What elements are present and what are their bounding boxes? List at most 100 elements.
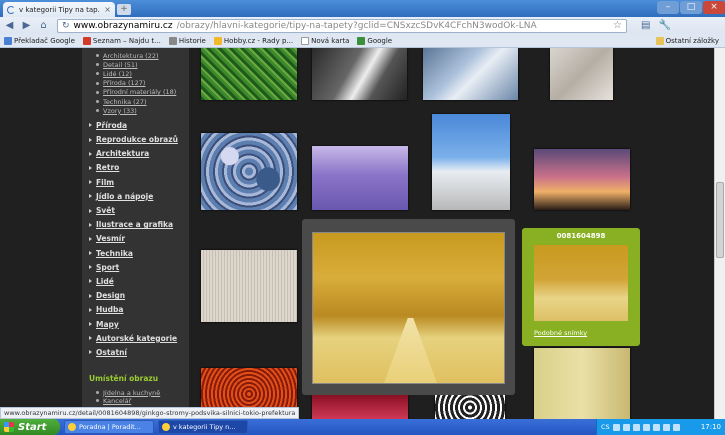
placement-item[interactable]: Jídelna a kuchyně (96, 389, 189, 397)
arrow-right-icon (89, 151, 92, 156)
category-sidebar: Architektura (22) Detail (51) Lidé (12) … (82, 48, 189, 420)
arrow-right-icon (89, 336, 92, 341)
category-item[interactable]: Sport (89, 260, 189, 274)
similar-images-link[interactable]: Podobné snímky (534, 329, 587, 337)
language-indicator[interactable]: CS (601, 423, 610, 431)
thumbnail-image[interactable] (201, 133, 297, 210)
start-button[interactable]: Start (0, 419, 60, 435)
subcategory-item[interactable]: Technika (27) (96, 97, 189, 106)
category-item[interactable]: Vesmír (89, 232, 189, 246)
bullet-icon (96, 63, 99, 67)
thumbnail-image[interactable] (201, 48, 297, 100)
arrow-right-icon (89, 123, 92, 128)
thumbnail-image[interactable] (534, 348, 630, 420)
tray-icon[interactable] (612, 423, 620, 431)
url-path: /obrazy/hlavni-kategorie/tipy-na-tapety?… (176, 20, 537, 31)
wrench-icon[interactable]: 🔧 (658, 20, 670, 31)
category-item[interactable]: Autorské kategorie (89, 331, 189, 345)
category-item[interactable]: Design (89, 289, 189, 303)
subcategory-item[interactable]: Lidé (12) (96, 69, 189, 78)
thumbnail-image[interactable] (550, 48, 613, 100)
back-icon[interactable]: ◀ (3, 19, 16, 32)
thumbnail-image[interactable] (423, 48, 518, 100)
arrow-right-icon (89, 279, 92, 284)
taskbar-item-active[interactable]: v kategorii Tipy n... (158, 420, 248, 434)
category-item[interactable]: Lidé (89, 274, 189, 288)
taskbar-item[interactable]: Poradna | Poradit... (64, 420, 154, 434)
bookmark-star-icon[interactable]: ☆ (613, 20, 622, 31)
category-item[interactable]: Hudba (89, 303, 189, 317)
arrow-right-icon (89, 137, 92, 142)
thumbnail-image[interactable] (435, 395, 505, 420)
arrow-right-icon (89, 293, 92, 298)
browser-icon (68, 423, 76, 431)
card-thumbnail[interactable] (534, 245, 628, 321)
speaker-icon[interactable] (672, 423, 680, 431)
category-item[interactable]: Svět (89, 203, 189, 217)
address-bar[interactable]: ↻ www.obrazynamiru.cz/obrazy/hlavni-kate… (57, 18, 627, 33)
arrow-right-icon (89, 265, 92, 270)
tray-icon[interactable] (622, 423, 630, 431)
bullet-icon (96, 81, 99, 85)
preview-image[interactable] (312, 232, 505, 384)
bookmark-item[interactable]: Nová karta (301, 36, 349, 45)
scrollbar-thumb[interactable] (716, 182, 724, 258)
category-item[interactable]: Architektura (89, 147, 189, 161)
maximize-button[interactable]: □ (680, 1, 702, 14)
road-shape (383, 318, 438, 383)
other-bookmarks[interactable]: Ostatní záložky (655, 36, 719, 45)
new-tab-button[interactable]: + (117, 4, 131, 15)
windows-logo-icon (4, 422, 14, 432)
subcategory-item[interactable]: Architektura (22) (96, 51, 189, 60)
google-icon (357, 36, 366, 45)
bullet-icon (96, 399, 99, 402)
close-window-button[interactable]: × (703, 1, 725, 14)
browser-toolbar: ◀ ▶ ⌂ ↻ www.obrazynamiru.cz/obrazy/hlavn… (0, 17, 725, 34)
bookmark-item[interactable]: Google (357, 36, 392, 45)
page-icon (301, 36, 310, 45)
subcategory-item[interactable]: Detail (51) (96, 60, 189, 69)
thumbnail-image[interactable] (534, 149, 630, 210)
category-item[interactable]: Ilustrace a grafika (89, 218, 189, 232)
folder-icon (655, 36, 664, 45)
hobby-icon (213, 36, 222, 45)
tray-icon[interactable] (632, 423, 640, 431)
image-preview-popup[interactable] (302, 219, 515, 395)
placement-item[interactable]: Kancelář (96, 397, 189, 405)
category-item[interactable]: Reprodukce obrazů (89, 133, 189, 147)
arrow-right-icon (89, 165, 92, 170)
page-menu-icon[interactable]: ▤ (641, 20, 650, 31)
category-item[interactable]: Retro (89, 161, 189, 175)
bullet-icon (96, 72, 99, 76)
tab-title: v kategorii Tipy na tap... (19, 5, 101, 14)
category-item[interactable]: Příroda (89, 118, 189, 132)
minimize-button[interactable]: – (657, 1, 679, 14)
subcategory-item[interactable]: Příroda (127) (96, 79, 189, 88)
browser-tab-active[interactable]: v kategorii Tipy na tap... × (3, 2, 115, 17)
forward-icon[interactable]: ▶ (20, 19, 33, 32)
tray-icon[interactable] (642, 423, 650, 431)
thumbnail-image[interactable] (312, 48, 407, 100)
thumbnail-image[interactable] (312, 395, 408, 420)
tray-icon[interactable] (662, 423, 670, 431)
thumbnail-image[interactable] (201, 250, 297, 322)
thumbnail-image[interactable] (432, 114, 510, 210)
bookmark-item[interactable]: Seznam – Najdu t... (82, 36, 161, 45)
tray-icon[interactable] (652, 423, 660, 431)
vertical-scrollbar[interactable] (714, 48, 725, 420)
thumbnail-image[interactable] (312, 146, 408, 210)
reload-icon[interactable]: ↻ (62, 21, 70, 31)
chrome-icon (162, 423, 170, 431)
bookmark-item[interactable]: Historie (168, 36, 206, 45)
category-item[interactable]: Ostatní (89, 345, 189, 359)
category-item[interactable]: Film (89, 175, 189, 189)
bookmark-item[interactable]: Hobby.cz - Rady p... (213, 36, 293, 45)
subcategory-item[interactable]: Přírodní materiály (18) (96, 88, 189, 97)
category-item[interactable]: Jídlo a nápoje (89, 189, 189, 203)
bookmark-item[interactable]: Překladač Google (4, 36, 75, 45)
close-tab-icon[interactable]: × (104, 5, 111, 14)
subcategory-item[interactable]: Vzory (33) (96, 106, 189, 115)
home-icon[interactable]: ⌂ (37, 19, 50, 32)
category-item[interactable]: Mapy (89, 317, 189, 331)
category-item[interactable]: Technika (89, 246, 189, 260)
